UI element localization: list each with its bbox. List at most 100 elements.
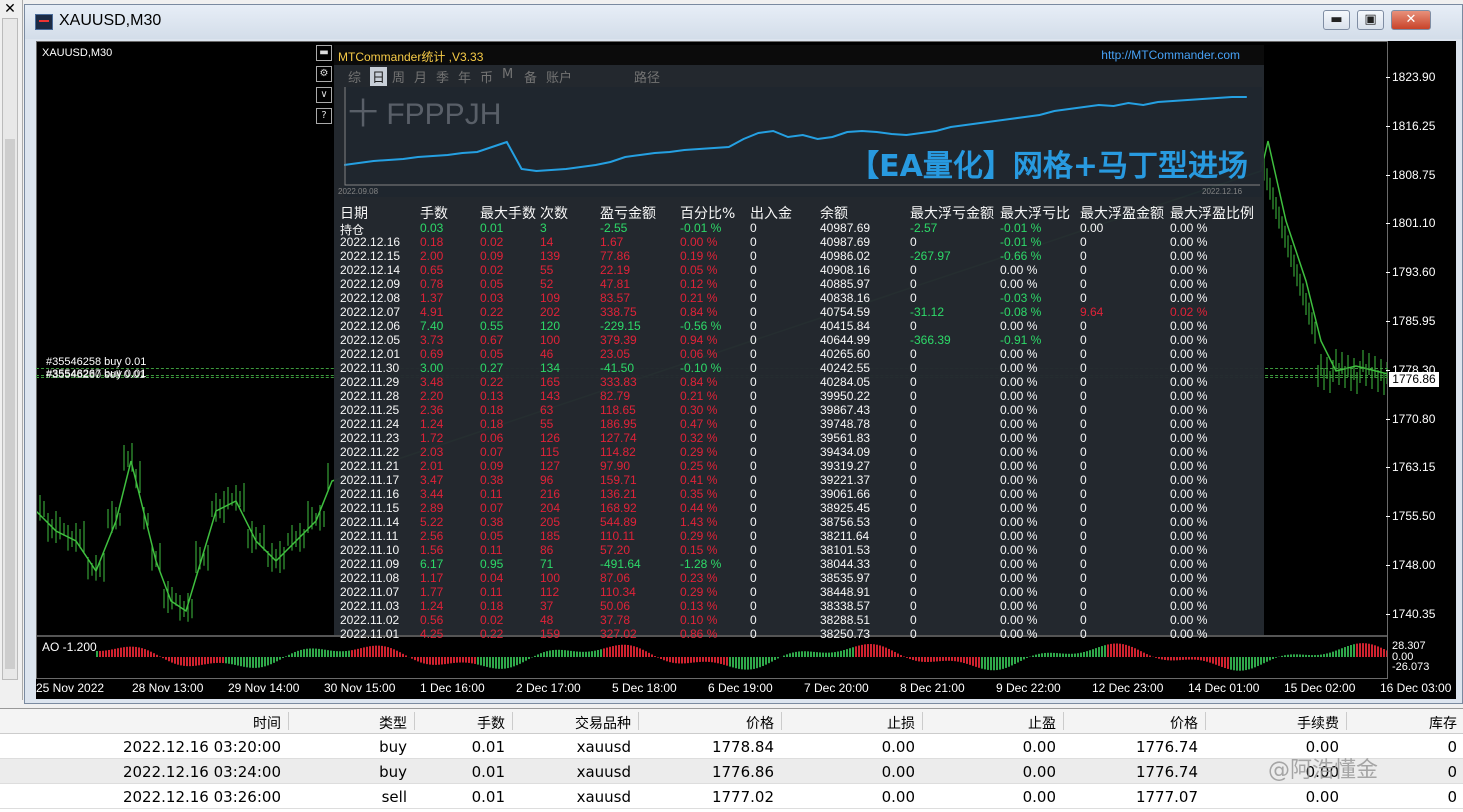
panel-tab[interactable]: 周 (392, 67, 405, 86)
stats-cell: 96 (540, 473, 553, 487)
stats-cell: 2022.11.28 (340, 389, 399, 403)
column-separator[interactable] (1205, 712, 1206, 730)
trade-column-header[interactable]: 手数 (416, 713, 505, 733)
ao-bar (207, 657, 209, 664)
trade-column-header[interactable]: 手续费 (1207, 713, 1339, 733)
stats-cell: 0 (910, 361, 917, 375)
stats-column-header[interactable]: 最大手数 (480, 203, 536, 223)
ao-bar (915, 657, 917, 661)
stats-cell: 0 (1080, 319, 1087, 333)
ao-bar (1098, 647, 1100, 657)
column-separator[interactable] (638, 712, 639, 730)
trade-row[interactable]: 2022.12.16 03:20:00buy0.01xauusd1778.840… (0, 734, 1463, 759)
column-separator[interactable] (1346, 712, 1347, 730)
minimize-icon[interactable]: ▬ (316, 45, 332, 61)
panel-tab[interactable]: M (502, 67, 513, 82)
stats-cell: 0.07 (480, 501, 503, 515)
ao-bar (1248, 657, 1250, 669)
trade-column-header[interactable]: 止盈 (924, 713, 1056, 733)
stats-cell: 0.00 % (1170, 319, 1207, 333)
ao-bar (1293, 654, 1295, 657)
column-separator[interactable] (781, 712, 782, 730)
vertical-scrollbar[interactable] (2, 18, 18, 680)
ao-bar (234, 657, 236, 665)
stats-cell: 0.02 (480, 263, 503, 277)
trade-row[interactable]: 2022.12.16 03:26:00sell0.01xauusd1777.02… (0, 784, 1463, 809)
stats-column-header[interactable]: 百分比% (680, 203, 735, 223)
title-bar[interactable]: XAUUSD,M30 ▬ ▣ ✕ (25, 5, 1462, 39)
ao-bar (624, 645, 626, 657)
ao-bar (882, 646, 884, 657)
trade-column-header[interactable]: 价格 (640, 713, 774, 733)
time-tick: 7 Dec 20:00 (804, 681, 869, 695)
panel-tab[interactable]: 综 (348, 67, 361, 86)
stats-column-header[interactable]: 最大浮亏金额 (910, 203, 994, 223)
stats-column-header[interactable]: 次数 (540, 203, 568, 223)
panel-tab[interactable]: 年 (458, 67, 471, 86)
panel-url-link[interactable]: http://MTCommander.com (1101, 48, 1240, 62)
time-axis[interactable]: 25 Nov 202228 Nov 13:0029 Nov 14:0030 No… (36, 679, 1456, 699)
ao-bar (291, 653, 293, 657)
ao-bar (711, 657, 713, 662)
ao-bar (435, 657, 437, 665)
minimize-button[interactable]: ▬ (1323, 10, 1350, 30)
ao-bar (1035, 655, 1037, 657)
arrow-down-icon[interactable]: ∨ (316, 87, 332, 103)
trade-column-header[interactable]: 类型 (290, 713, 407, 733)
trade-column-header[interactable]: 库存 (1348, 713, 1457, 733)
stats-column-header[interactable]: 日期 (340, 203, 368, 223)
stats-column-header[interactable]: 出入金 (750, 203, 792, 223)
stats-cell: 0 (750, 529, 757, 543)
settings-icon[interactable]: ⚙ (316, 66, 332, 82)
trade-column-header[interactable]: 止损 (783, 713, 915, 733)
close-icon[interactable]: ✕ (2, 1, 18, 17)
panel-tab[interactable]: 月 (414, 67, 427, 86)
trade-column-header[interactable]: 价格 (1065, 713, 1198, 733)
price-chart[interactable]: XAUUSD,M30 AO -1.200 #35546258 buy 0.01 … (36, 41, 1456, 699)
column-separator[interactable] (512, 712, 513, 730)
panel-tab[interactable]: 备 (524, 67, 537, 86)
stats-column-header[interactable]: 最大浮盈比例 (1170, 203, 1254, 223)
stats-cell: 0 (910, 543, 917, 557)
ao-bar (1095, 648, 1097, 657)
column-separator[interactable] (922, 712, 923, 730)
column-separator[interactable] (1063, 712, 1064, 730)
panel-tab[interactable]: 路径 (634, 67, 660, 86)
ao-bar (450, 657, 452, 663)
ao-bar (1296, 654, 1298, 657)
trade-column-header[interactable]: 交易品种 (514, 713, 631, 733)
trade-row[interactable]: 2022.12.16 03:24:00buy0.01xauusd1776.860… (0, 759, 1463, 784)
stats-row: 2022.11.282.200.1314382.790.21 %039950.2… (334, 389, 1264, 403)
ao-bar (1104, 645, 1106, 657)
close-button[interactable]: ✕ (1391, 10, 1431, 30)
ao-bar (630, 645, 632, 657)
stats-cell: 0 (750, 557, 757, 571)
ao-bar (690, 657, 692, 663)
stats-column-header[interactable]: 手数 (420, 203, 448, 223)
chart-window-icon (35, 14, 53, 30)
current-price-tag: 1776.86 (1389, 372, 1439, 387)
ao-bar (552, 650, 554, 657)
stats-cell: 57.20 (600, 543, 630, 557)
column-separator[interactable] (288, 712, 289, 730)
stats-cell: 2022.12.05 (340, 333, 400, 347)
stats-column-header[interactable]: 余额 (820, 203, 848, 223)
scrollbar-thumb[interactable] (5, 139, 15, 669)
stats-cell: 0.00 % (1170, 543, 1207, 557)
ao-bar (501, 657, 503, 669)
stats-column-header[interactable]: 盈亏金额 (600, 203, 656, 223)
column-separator[interactable] (414, 712, 415, 730)
stats-column-header[interactable]: 最大浮亏比 (1000, 203, 1070, 223)
trade-column-header[interactable]: 时间 (40, 713, 281, 733)
stats-column-header[interactable]: 最大浮盈金额 (1080, 203, 1164, 223)
ao-bar (513, 657, 515, 666)
help-icon[interactable]: ? (316, 108, 332, 124)
price-tick: 1748.00 (1392, 558, 1435, 572)
stats-cell: 2.89 (420, 501, 443, 515)
panel-tab[interactable]: 季 (436, 67, 449, 86)
panel-tab[interactable]: 币 (480, 67, 493, 86)
price-axis[interactable]: 1823.901816.251808.751801.101793.601785.… (1388, 41, 1456, 679)
panel-tab[interactable]: 账户 (546, 67, 572, 86)
maximize-button[interactable]: ▣ (1357, 10, 1384, 30)
panel-tab[interactable]: 日 (370, 67, 387, 86)
